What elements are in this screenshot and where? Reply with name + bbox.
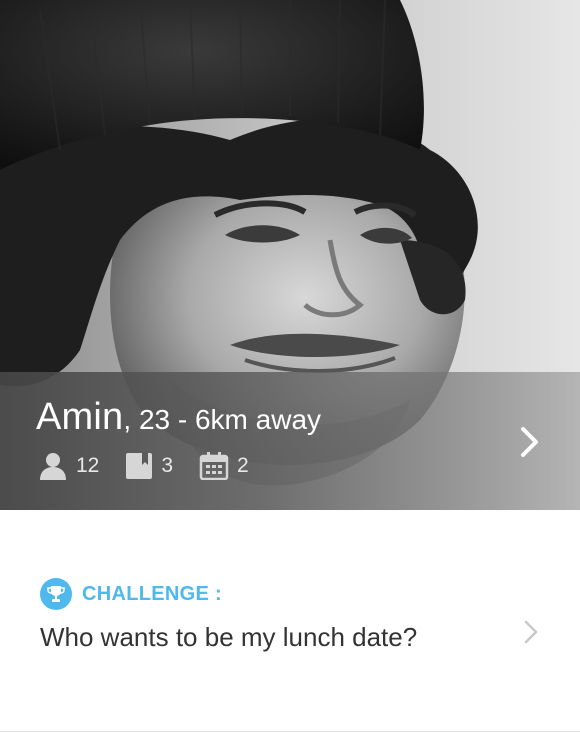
trophy-icon xyxy=(40,578,72,610)
stat-books: 3 xyxy=(125,452,173,480)
challenge-label: CHALLENGE : xyxy=(82,582,222,605)
stat-books-count: 3 xyxy=(161,454,174,477)
profile-stats: 12 3 2 xyxy=(38,452,275,480)
profile-heading: Amin, 23 - 6km away xyxy=(36,396,321,439)
stat-events: 2 xyxy=(199,452,249,480)
challenge-section[interactable]: CHALLENGE : Who wants to be my lunch dat… xyxy=(0,510,580,731)
profile-info-overlay[interactable]: Amin, 23 - 6km away 12 3 2 xyxy=(0,372,580,510)
stat-friends: 12 xyxy=(38,452,99,480)
person-icon xyxy=(40,453,66,480)
challenge-text: Who wants to be my lunch date? xyxy=(40,622,418,652)
profile-card[interactable]: Amin, 23 - 6km away 12 3 2 CHALLENGE: W… xyxy=(0,0,580,732)
profile-name: Amin xyxy=(36,396,124,438)
chevron-right-icon[interactable] xyxy=(518,424,542,460)
bookmark-icon xyxy=(126,453,153,479)
chevron-right-icon[interactable] xyxy=(522,618,540,646)
profile-meta: , 23 - 6km away xyxy=(123,404,322,435)
stat-friends-count: 12 xyxy=(76,454,100,477)
stat-events-count: 2 xyxy=(237,454,249,477)
calendar-icon xyxy=(199,452,229,480)
challenge-header: CHALLENGE : xyxy=(40,578,222,610)
